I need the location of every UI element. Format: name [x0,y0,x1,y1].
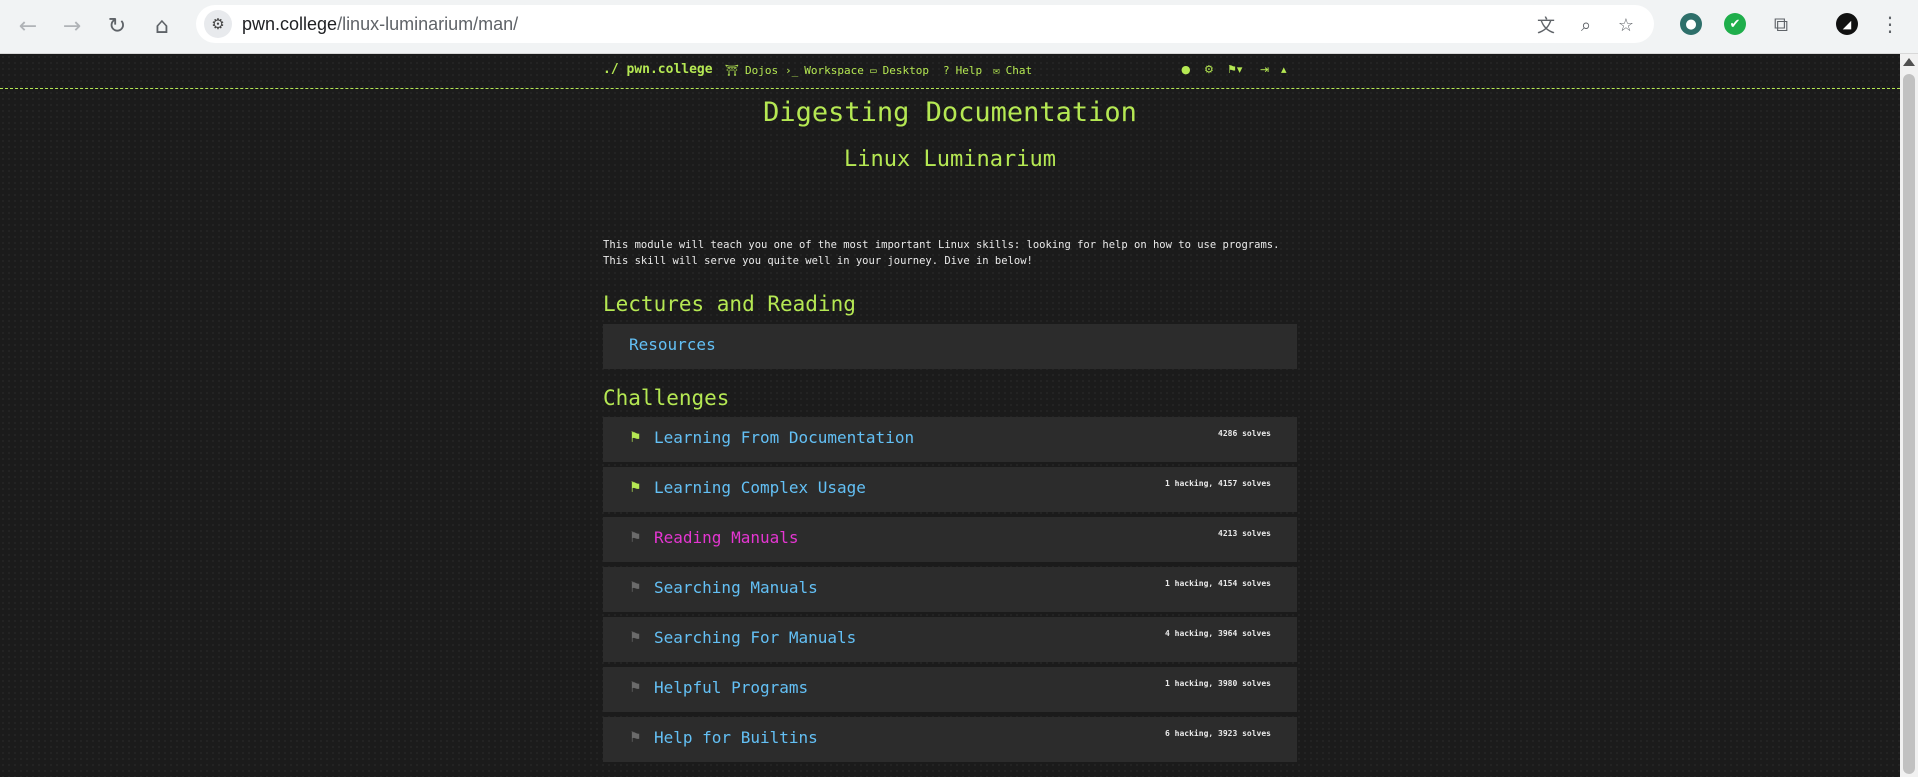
challenge-name[interactable]: Helpful Programs [654,678,808,697]
challenge-name[interactable]: Help for Builtins [654,728,818,747]
page-title: Digesting Documentation [763,97,1137,128]
flag-icon: ⚑ [629,680,642,696]
challenges-heading: Challenges [603,386,730,410]
challenge-card[interactable]: ⚑ Learning Complex Usage 1 hacking, 4157 s… [603,467,1297,512]
reload-icon[interactable]: ↻ [99,8,135,44]
brand-link[interactable]: ./ pwn.college [603,62,713,77]
url-text[interactable]: pwn.college/linux-luminarium/man/ [242,14,518,35]
flag-icon: ⚑ [629,430,642,446]
nav-desktop[interactable]: ▭ Desktop [870,64,929,77]
challenge-name[interactable]: Learning Complex Usage [654,478,866,497]
home-icon[interactable]: ⌂ [144,8,180,44]
flag-icon: ⚑ [629,530,642,546]
module-description: This module will teach you one of the mo… [603,239,1280,267]
challenge-name[interactable]: Searching For Manuals [654,628,856,647]
url-host: pwn.college [242,14,338,34]
challenge-card[interactable]: ⚑ Learning From Documentation 4286 solves [603,417,1297,462]
browser-toolbar: ← → ↻ ⌂ ⚙ pwn.college/linux-luminarium/m… [0,0,1918,54]
challenge-solves: 1 hacking, 4154 solves [1165,579,1271,588]
extension-alien-icon[interactable]: ● [1677,10,1705,38]
chat-icon: ✉ [993,64,1000,77]
challenge-name[interactable]: Learning From Documentation [654,428,914,447]
desktop-icon: ▭ [870,64,877,77]
resources-card[interactable]: Resources [603,324,1297,369]
nav-desktop-label: Desktop [882,64,929,77]
forward-icon[interactable]: → [54,8,90,44]
scroll-thumb[interactable] [1903,74,1915,774]
nav-chat-label: Chat [1005,64,1033,77]
question-icon: ? [943,64,950,77]
flag-icon: ⚑ [629,580,642,596]
flag-icon: ⚑ [629,480,642,496]
nav-help-label: Help [955,64,983,77]
terminal-icon: ›_ [785,64,799,77]
user-icon[interactable]: ● [1181,63,1191,76]
challenge-name[interactable]: Searching Manuals [654,578,818,597]
challenge-card[interactable]: ⚑ Reading Manuals 4213 solves [603,517,1297,562]
settings-icon[interactable]: ⚙ [1204,63,1214,76]
challenge-solves: 1 hacking, 4157 solves [1165,479,1271,488]
scrollbar[interactable] [1900,54,1918,777]
nav-workspace-label: Workspace [804,64,864,77]
bookmark-star-icon[interactable]: ☆ [1614,13,1638,37]
url-path: /linux-luminarium/man/ [337,14,519,34]
page-content: ./ pwn.college ⛩ Dojos ›_ Workspace ▭ Deskt… [0,54,1900,777]
flag-icon: ⚑ [629,730,642,746]
challenge-solves: 4 hacking, 3964 solves [1165,629,1271,638]
torii-icon: ⛩ [725,64,739,77]
logout-icon[interactable]: ⇥ [1260,63,1269,76]
challenge-card[interactable]: ⚑ Help for Builtins 6 hacking, 3923 solves [603,717,1297,762]
nav-dojos[interactable]: ⛩ Dojos [725,64,778,77]
zoom-icon[interactable]: ⌕ [1574,13,1598,37]
extensions-puzzle-icon[interactable]: ⧉ [1767,10,1795,38]
site-navbar: ./ pwn.college ⛩ Dojos ›_ Workspace ▭ Deskt… [0,54,1900,89]
flag-dropdown-icon[interactable]: ⚑▾ [1227,63,1242,76]
challenge-card[interactable]: ⚑ Searching Manuals 1 hacking, 4154 solves [603,567,1297,612]
challenge-solves: 6 hacking, 3923 solves [1165,729,1271,738]
challenge-solves: 4286 solves [1218,429,1271,438]
more-menu-icon[interactable]: ⋮ [1876,10,1904,38]
lectures-heading: Lectures and Reading [603,292,856,316]
challenge-name[interactable]: Reading Manuals [654,528,799,547]
address-bar[interactable]: ⚙ pwn.college/linux-luminarium/man/ 文 ⌕ … [196,5,1654,43]
translate-icon[interactable]: 文 [1534,13,1558,37]
nav-workspace[interactable]: ›_ Workspace [785,64,864,77]
page-subtitle: Linux Luminarium [844,147,1056,172]
challenge-solves: 1 hacking, 3980 solves [1165,679,1271,688]
nav-dojos-label: Dojos [744,64,779,77]
back-icon[interactable]: ← [10,8,46,44]
challenge-solves: 4213 solves [1218,529,1271,538]
site-settings-icon[interactable]: ⚙ [204,10,232,38]
nav-chat[interactable]: ✉ Chat [993,64,1032,77]
flag-icon: ⚑ [629,630,642,646]
profile-avatar[interactable]: ◢ [1833,10,1861,38]
scroll-up-arrow[interactable] [1903,58,1915,66]
challenge-card[interactable]: ⚑ Helpful Programs 1 hacking, 3980 solves [603,667,1297,712]
collapse-icon[interactable]: ▴ [1281,63,1287,76]
resources-link[interactable]: Resources [629,335,716,354]
extension-check-icon[interactable]: ✔ [1721,10,1749,38]
challenge-card[interactable]: ⚑ Searching For Manuals 4 hacking, 3964 so… [603,617,1297,662]
nav-help[interactable]: ? Help [943,64,982,77]
